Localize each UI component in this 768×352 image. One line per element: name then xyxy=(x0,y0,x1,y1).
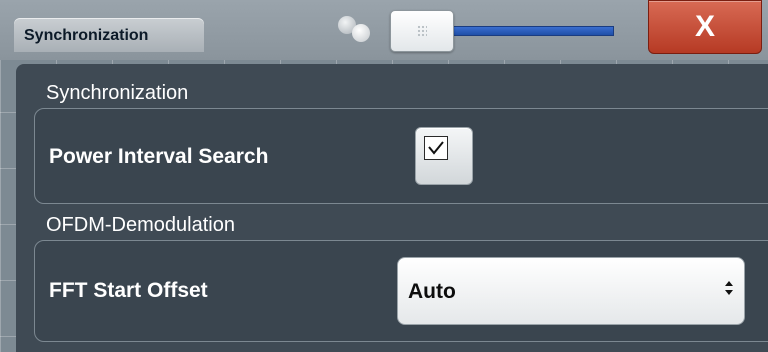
power-interval-search-checkbox[interactable] xyxy=(415,127,473,185)
grip-icon xyxy=(417,25,427,37)
checkbox-box xyxy=(424,136,448,160)
title-bar: Synchronization X xyxy=(0,0,768,60)
transparency-dot-icon xyxy=(352,24,370,42)
close-button[interactable]: X xyxy=(648,0,762,54)
close-icon: X xyxy=(694,10,715,43)
synchronization-section-title: Synchronization xyxy=(46,82,189,104)
synchronization-group: Power Interval Search xyxy=(34,108,768,204)
transparency-icon[interactable] xyxy=(338,14,376,42)
fft-start-offset-label: FFT Start Offset xyxy=(49,279,208,302)
up-down-arrows-icon xyxy=(724,279,734,300)
transparency-slider-thumb[interactable] xyxy=(390,10,454,52)
checkmark-icon xyxy=(428,141,444,155)
power-interval-search-label: Power Interval Search xyxy=(49,145,269,168)
window-title: Synchronization xyxy=(24,27,149,44)
fft-start-offset-dropdown[interactable]: Auto xyxy=(397,257,745,325)
transparency-slider-track[interactable] xyxy=(448,26,614,36)
dialog-panel: Synchronization Power Interval Search OF… xyxy=(16,64,768,352)
ofdm-demodulation-section-title: OFDM-Demodulation xyxy=(46,214,235,236)
fft-start-offset-value: Auto xyxy=(408,280,456,303)
ofdm-demodulation-group: FFT Start Offset Auto xyxy=(34,240,768,342)
